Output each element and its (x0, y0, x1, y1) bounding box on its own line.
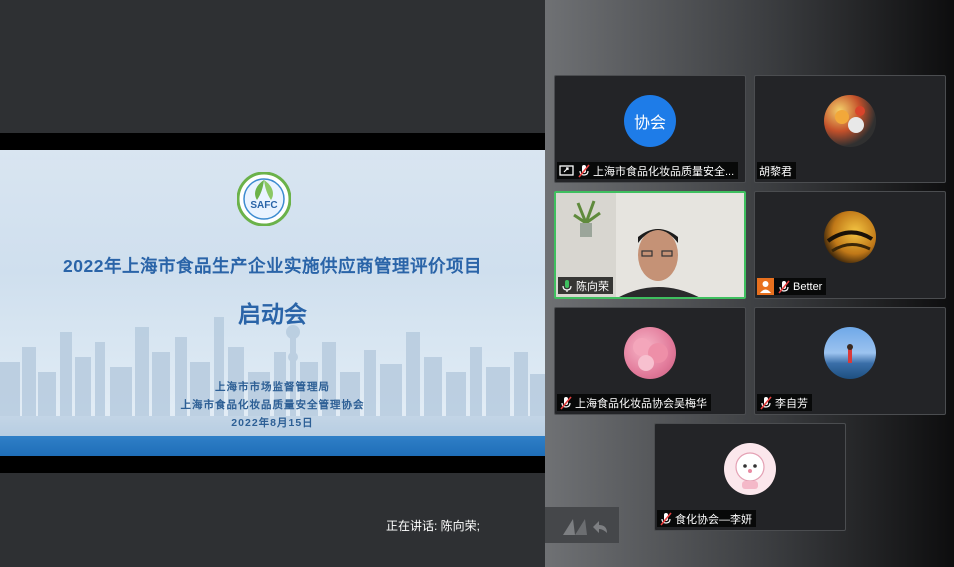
participant-gallery: 协会 上海市食品化妆品质量安全... 胡黎君 陈向荣 Better 上海食品化妆… (545, 0, 954, 567)
participant-tile[interactable]: 李自芳 (754, 307, 946, 415)
avatar (724, 443, 776, 495)
avatar (824, 211, 876, 263)
shared-slide: SAFC 2022年上海市食品生产企业实施供应商管理评价项目 启动会 上海市市场… (0, 150, 545, 456)
mic-muted-icon (559, 395, 573, 410)
slide-title: 2022年上海市食品生产企业实施供应商管理评价项目 (63, 256, 482, 276)
mic-muted-icon (577, 163, 591, 178)
slide-org-2: 上海市食品化妆品质量安全管理协会 (180, 399, 365, 411)
participant-tile[interactable]: 食化协会—李妍 (654, 423, 846, 531)
participant-name: 食化协会—李妍 (675, 513, 752, 526)
participant-tile[interactable]: Better (754, 191, 946, 299)
participant-name: 上海市食品化妆品质量安全... (593, 165, 735, 178)
slide-bottom-bar (0, 436, 545, 456)
participant-name: 陈向荣 (576, 280, 609, 293)
avatar: 协会 (624, 95, 676, 147)
participant-tile[interactable]: 协会 上海市食品化妆品质量安全... (554, 75, 746, 183)
person-icon (757, 278, 774, 295)
annotation-tools-icon[interactable] (545, 507, 619, 543)
avatar (824, 327, 876, 379)
mic-muted-icon (759, 395, 773, 410)
participant-namebar: 胡黎君 (757, 162, 796, 179)
participant-namebar: Better (757, 278, 827, 295)
participant-namebar: 陈向荣 (558, 277, 613, 294)
speaking-indicator: 正在讲话: 陈向荣; (386, 519, 481, 533)
participant-namebar: 上海市食品化妆品质量安全... (557, 162, 739, 179)
shared-screen-area: SAFC 2022年上海市食品生产企业实施供应商管理评价项目 启动会 上海市市场… (0, 0, 545, 567)
slide-subtitle: 启动会 (238, 301, 307, 327)
mic-muted-icon (777, 279, 791, 294)
slide-org-1: 上海市市场监督管理局 (215, 381, 330, 393)
participant-namebar: 上海食品化妆品协会吴梅华 (557, 394, 711, 411)
svg-text:SAFC: SAFC (250, 200, 277, 211)
participant-name: 胡黎君 (759, 165, 792, 178)
avatar (624, 327, 676, 379)
participant-tile[interactable]: 上海食品化妆品协会吴梅华 (554, 307, 746, 415)
participant-namebar: 食化协会—李妍 (657, 510, 756, 527)
participant-tile[interactable]: 胡黎君 (754, 75, 946, 183)
participant-tile-active[interactable]: 陈向荣 (554, 191, 746, 299)
participant-namebar: 李自芳 (757, 394, 812, 411)
safc-logo: SAFC (237, 172, 291, 226)
avatar-text: 协会 (633, 115, 666, 132)
participant-name: Better (793, 280, 823, 293)
participant-name: 李自芳 (775, 397, 808, 410)
screen-share-icon (559, 164, 574, 178)
floating-toolbar[interactable] (545, 507, 619, 543)
mic-muted-icon (659, 511, 673, 526)
mic-active-icon (560, 279, 574, 293)
participant-name: 上海食品化妆品协会吴梅华 (575, 397, 707, 410)
avatar (824, 95, 876, 147)
slide-date: 2022年8月15日 (231, 417, 314, 429)
